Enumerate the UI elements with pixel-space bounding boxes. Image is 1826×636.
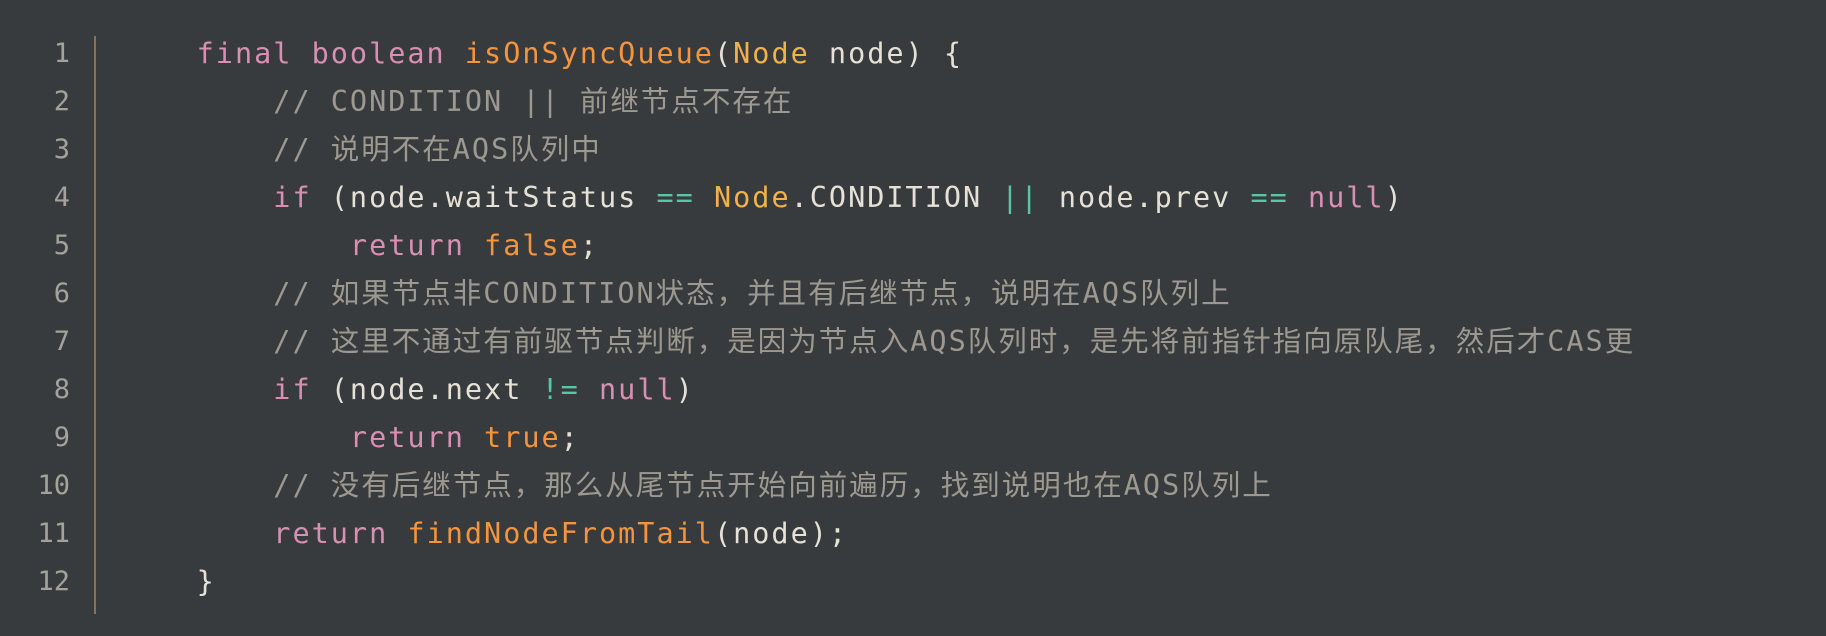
code-token: return xyxy=(273,517,389,550)
code-token: false xyxy=(484,229,580,262)
code-token: .CONDITION xyxy=(790,181,1002,214)
gutter-divider xyxy=(94,36,96,614)
line-number: 9 xyxy=(53,422,70,453)
code-line[interactable]: // 说明不在AQS队列中 xyxy=(120,126,1826,174)
code-token: node) { xyxy=(809,37,964,70)
code-token: // 如果节点非CONDITION状态，并且有后继节点，说明在AQS队列上 xyxy=(273,277,1232,310)
line-number: 4 xyxy=(53,182,70,213)
code-line[interactable]: // CONDITION || 前继节点不存在 xyxy=(120,78,1826,126)
code-line[interactable]: // 如果节点非CONDITION状态，并且有后继节点，说明在AQS队列上 xyxy=(120,270,1826,318)
code-token: != xyxy=(541,373,580,406)
code-line[interactable]: } xyxy=(120,558,1826,606)
code-token: // 这里不通过有前驱节点判断，是因为节点入AQS队列时，是先将前指针指向原队尾… xyxy=(273,325,1636,358)
code-token: return xyxy=(349,229,465,262)
code-token: null xyxy=(1307,181,1385,214)
code-line[interactable]: return false; xyxy=(120,222,1826,270)
code-token: // 说明不在AQS队列中 xyxy=(273,133,602,166)
line-number: 12 xyxy=(37,566,70,597)
code-line[interactable]: // 没有后继节点，那么从尾节点开始向前遍历，找到说明也在AQS队列上 xyxy=(120,462,1826,510)
line-number: 1 xyxy=(53,38,70,69)
code-token: null xyxy=(599,373,676,406)
code-line[interactable]: // 这里不通过有前驱节点判断，是因为节点入AQS队列时，是先将前指针指向原队尾… xyxy=(120,318,1826,366)
code-token: ; xyxy=(579,229,599,262)
code-token: node.prev xyxy=(1039,181,1251,214)
code-token: // CONDITION || 前继节点不存在 xyxy=(273,85,794,118)
code-token: ) xyxy=(675,373,695,406)
code-token: // 没有后继节点，那么从尾节点开始向前遍历，找到说明也在AQS队列上 xyxy=(273,469,1273,502)
code-token: == xyxy=(1250,181,1289,214)
code-token: return xyxy=(349,421,465,454)
code-token: if xyxy=(273,373,312,406)
code-line[interactable]: final boolean isOnSyncQueue(Node node) { xyxy=(120,30,1826,78)
code-token: if xyxy=(273,181,312,214)
code-token: Node xyxy=(713,181,791,214)
code-token: (node.waitStatus xyxy=(311,181,657,214)
code-token: Node xyxy=(733,37,810,70)
code-token: == xyxy=(656,181,695,214)
code-token: || xyxy=(1001,181,1040,214)
code-area[interactable]: final boolean isOnSyncQueue(Node node) {… xyxy=(120,30,1826,606)
code-token: true xyxy=(484,421,561,454)
code-token: isOnSyncQueue xyxy=(464,37,714,70)
code-token: (node); xyxy=(713,517,849,550)
code-editor[interactable]: 1 2 3 4 5 6 7 8 9 10 11 12 final boolean isOnSyncQu… xyxy=(0,0,1826,636)
code-line[interactable]: return true; xyxy=(120,414,1826,462)
line-number: 10 xyxy=(37,470,70,501)
code-line[interactable]: if (node.waitStatus == Node.CONDITION ||… xyxy=(120,174,1826,222)
code-token: ; xyxy=(560,421,580,454)
code-line[interactable]: return findNodeFromTail(node); xyxy=(120,510,1826,558)
code-token: findNodeFromTail xyxy=(407,517,714,550)
line-number: 8 xyxy=(53,374,70,405)
code-token: } xyxy=(196,565,216,598)
line-number: 11 xyxy=(37,518,70,549)
code-token: (node.next xyxy=(311,373,542,406)
code-token: ( xyxy=(713,37,734,70)
code-token: boolean xyxy=(311,37,446,70)
line-number: 6 xyxy=(53,278,70,309)
line-number: 7 xyxy=(53,326,70,357)
line-number-gutter: 1 2 3 4 5 6 7 8 9 10 11 12 xyxy=(0,30,80,606)
code-line[interactable]: if (node.next != null) xyxy=(120,366,1826,414)
line-number: 5 xyxy=(53,230,70,261)
line-number: 3 xyxy=(53,134,70,165)
code-token: final xyxy=(196,37,293,70)
line-number: 2 xyxy=(53,86,70,117)
code-token: ) xyxy=(1384,181,1404,214)
